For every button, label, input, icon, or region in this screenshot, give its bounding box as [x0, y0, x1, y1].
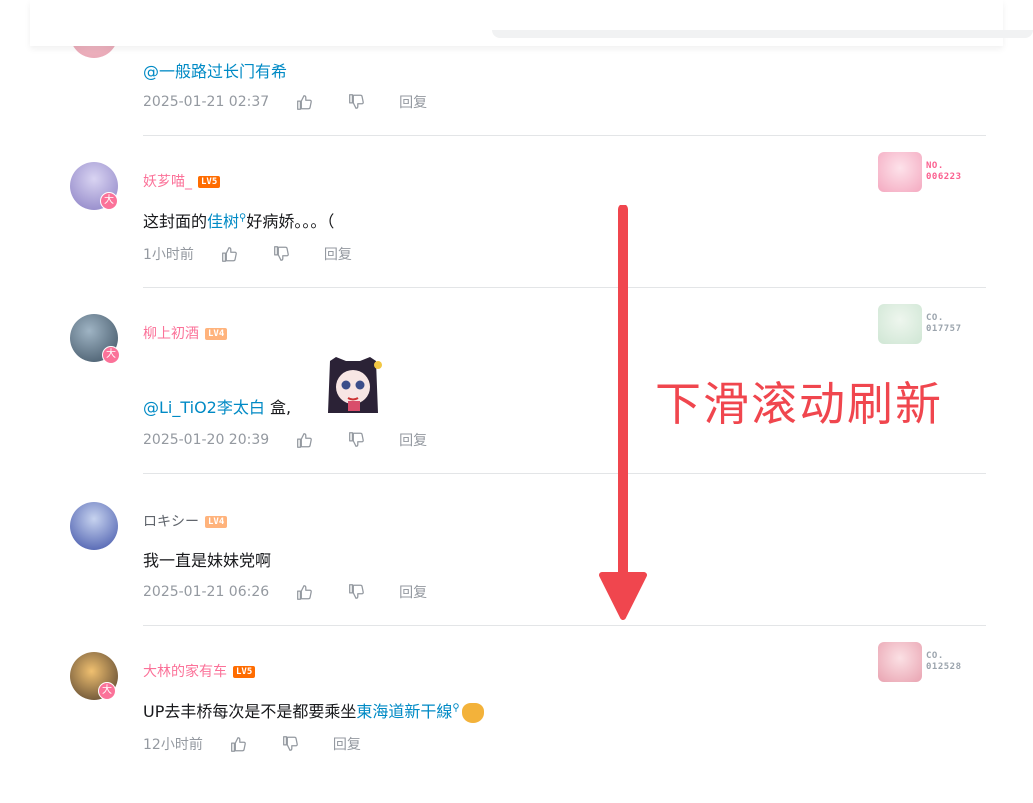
- top-bar: [30, 0, 1033, 46]
- dislike-icon[interactable]: [347, 93, 365, 111]
- comment-text: 我一直是妹妹党啊: [143, 551, 272, 570]
- comment-time: 2025-01-21 02:37: [143, 94, 270, 110]
- vip-badge: 大: [100, 192, 118, 210]
- username[interactable]: ロキシー: [143, 514, 199, 530]
- comment-text: @Li_TiO2李太白 盒,: [143, 398, 292, 417]
- fan-medal-image: [878, 304, 922, 344]
- comment-meta: 2025-01-21 02:37 回复: [143, 92, 427, 112]
- comment-text: 这封面的佳树⚲好病娇。。。（: [143, 212, 335, 231]
- fan-medal[interactable]: CO. 012528: [878, 642, 962, 682]
- vip-badge: 大: [98, 682, 116, 700]
- vip-badge: 大: [102, 346, 120, 364]
- username[interactable]: 大林的家有车: [143, 664, 227, 680]
- fan-number: 012528: [926, 662, 962, 672]
- comment-meta: 12小时前 回复: [143, 734, 361, 754]
- like-icon[interactable]: [295, 583, 313, 601]
- divider: [143, 287, 986, 288]
- username[interactable]: 妖芗喵_: [143, 174, 192, 190]
- reply-button[interactable]: 回复: [399, 430, 427, 450]
- search-link[interactable]: 佳树: [207, 212, 239, 231]
- level-badge: LV4: [205, 328, 228, 340]
- level-badge: LV4: [205, 516, 228, 528]
- dislike-icon[interactable]: [281, 735, 299, 753]
- dislike-icon[interactable]: [347, 431, 365, 449]
- reply-button[interactable]: 回复: [399, 582, 427, 602]
- divider: [143, 473, 986, 474]
- fan-label: NO.: [926, 161, 944, 171]
- fan-number: 017757: [926, 324, 962, 334]
- level-badge: LV5: [233, 666, 256, 678]
- fan-medal-image: [878, 642, 922, 682]
- fan-number: 006223: [926, 172, 962, 182]
- mention-link[interactable]: @Li_TiO2李太白: [143, 398, 265, 417]
- dislike-icon[interactable]: [347, 583, 365, 601]
- comment-time: 2025-01-20 20:39: [143, 432, 270, 448]
- fan-medal-image: [878, 152, 922, 192]
- comment-time: 12小时前: [143, 737, 203, 753]
- comment-meta: 2025-01-21 06:26 回复: [143, 582, 427, 602]
- comment-meta: 2025-01-20 20:39 回复: [143, 430, 427, 450]
- search-link[interactable]: 東海道新干線: [356, 702, 452, 721]
- fan-medal[interactable]: NO. 006223: [878, 152, 962, 192]
- comment-text: UP去丰桥每次是不是都要乘坐東海道新干線⚲: [143, 698, 484, 723]
- search-bar-edge: [492, 30, 1033, 38]
- fan-label: CO.: [926, 313, 944, 323]
- comment-time: 1小时前: [143, 247, 194, 263]
- like-icon[interactable]: [220, 245, 238, 263]
- emoji-sticker: [328, 357, 382, 413]
- like-icon[interactable]: [295, 431, 313, 449]
- search-icon: ⚲: [452, 702, 460, 714]
- mention-link[interactable]: @一般路过长门有希: [143, 62, 287, 81]
- divider: [143, 625, 986, 626]
- username[interactable]: 柳上初酒: [143, 326, 199, 342]
- reply-button[interactable]: 回复: [324, 244, 352, 264]
- reply-button[interactable]: 回复: [399, 92, 427, 112]
- level-badge: LV5: [198, 176, 221, 188]
- fan-label: CO.: [926, 651, 944, 661]
- like-icon[interactable]: [295, 93, 313, 111]
- divider: [143, 135, 986, 136]
- like-icon[interactable]: [229, 735, 247, 753]
- avatar[interactable]: [70, 502, 118, 550]
- comment-time: 2025-01-21 06:26: [143, 584, 270, 600]
- down-arrow: [599, 205, 647, 620]
- reply-button[interactable]: 回复: [333, 734, 361, 754]
- dislike-icon[interactable]: [272, 245, 290, 263]
- comment-meta: 1小时前 回复: [143, 244, 352, 264]
- cat-emoji-icon: [461, 702, 484, 723]
- fan-medal[interactable]: CO. 017757: [878, 304, 962, 344]
- scroll-refresh-annotation: 下滑滚动刷新: [655, 377, 943, 431]
